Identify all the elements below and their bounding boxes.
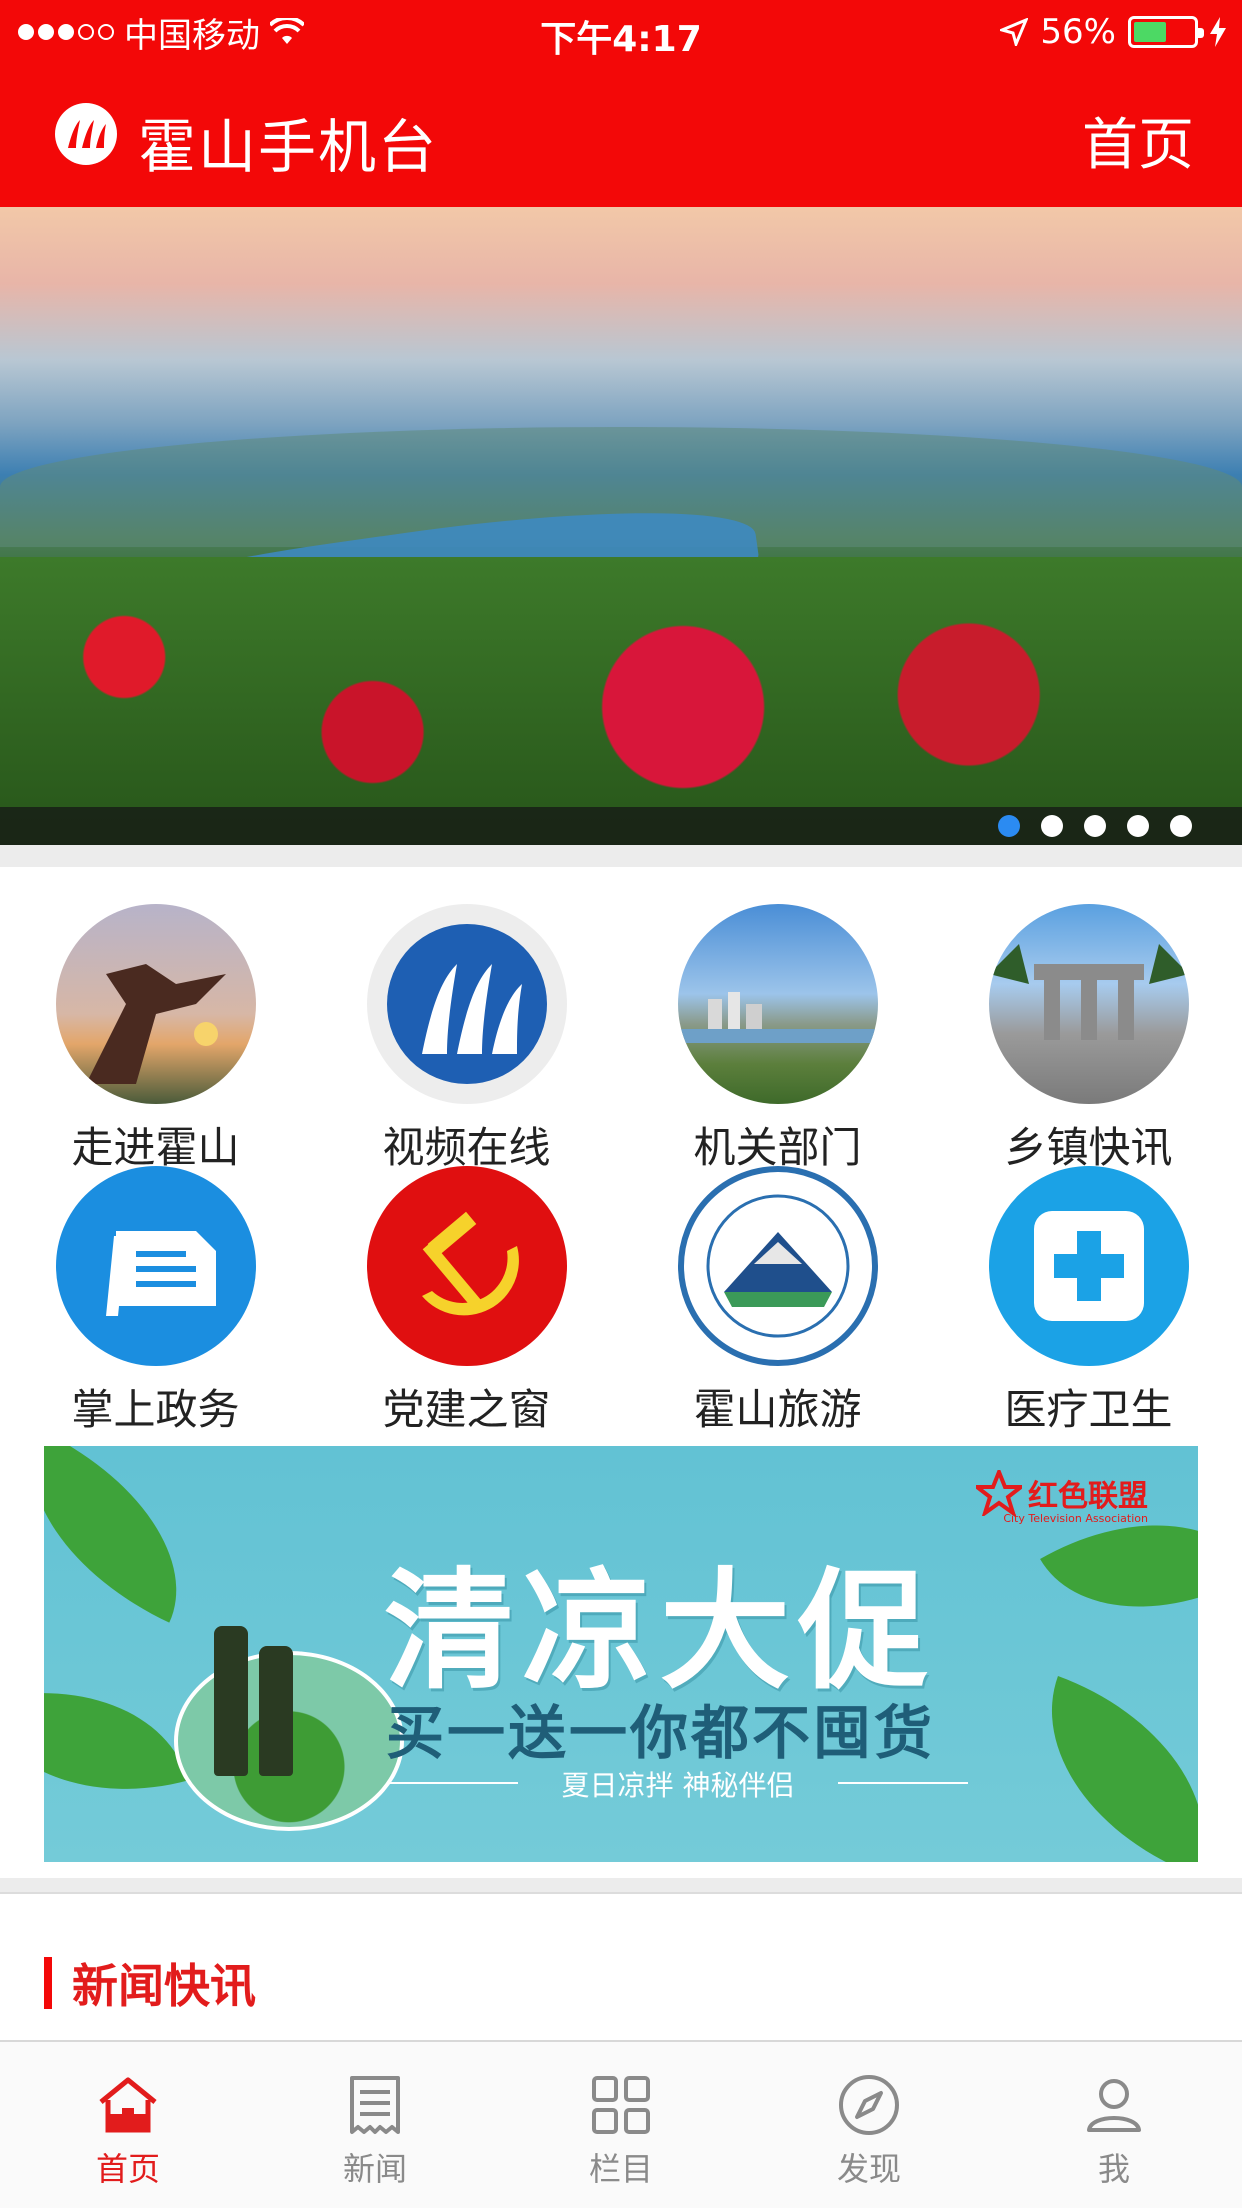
banner-flowers bbox=[0, 557, 1242, 807]
app-header: 霍山手机台 首页 bbox=[0, 62, 1242, 207]
oil-bottle-icon bbox=[259, 1646, 293, 1776]
status-right: 56% bbox=[1000, 12, 1226, 52]
red-star-logo-icon bbox=[976, 1470, 1022, 1516]
video-logo-icon bbox=[366, 904, 567, 1104]
status-bar: 中国移动 下午4:17 56% bbox=[0, 0, 1242, 62]
tourism-seal-icon bbox=[677, 1166, 878, 1366]
promo-brand: 红色联盟 City Television Association bbox=[976, 1470, 1148, 1525]
medical-cross-icon bbox=[988, 1166, 1189, 1366]
tab-home[interactable]: 首页 bbox=[4, 2072, 252, 2190]
grid-item-town-news[interactable]: 乡镇快讯 bbox=[933, 904, 1242, 1175]
carousel-dot[interactable] bbox=[998, 815, 1020, 837]
sculpture-photo-icon bbox=[55, 904, 256, 1104]
promo-brand-name: 红色联盟 bbox=[1028, 1479, 1148, 1514]
tab-label: 首页 bbox=[95, 2150, 160, 2188]
hammer-sickle-icon bbox=[366, 1166, 567, 1366]
grid-item-party-building[interactable]: 党建之窗 bbox=[311, 1166, 622, 1437]
carousel-dot[interactable] bbox=[1041, 815, 1063, 837]
oil-bottle-icon bbox=[214, 1626, 248, 1776]
palm-leaf-decoration bbox=[1010, 1676, 1198, 1862]
charging-bolt-icon bbox=[1210, 17, 1226, 47]
news-icon bbox=[350, 2076, 400, 2134]
home-icon bbox=[99, 2077, 157, 2133]
palm-leaf-decoration bbox=[44, 1446, 220, 1623]
grid-item-mobile-government[interactable]: 掌上政务 bbox=[0, 1166, 311, 1437]
document-pen-icon bbox=[55, 1166, 256, 1366]
tab-label: 栏目 bbox=[588, 2150, 653, 2188]
grid-item-medical-health[interactable]: 医疗卫生 bbox=[933, 1166, 1242, 1437]
battery-percent: 56% bbox=[1040, 12, 1116, 52]
battery-icon bbox=[1128, 16, 1204, 48]
palm-leaf-decoration bbox=[44, 1654, 188, 1828]
grid-item-label: 医疗卫生 bbox=[1004, 1385, 1173, 1434]
tab-news[interactable]: 新闻 bbox=[251, 2072, 499, 2190]
app-logo-icon bbox=[55, 103, 117, 165]
grid-item-huoshan-tourism[interactable]: 霍山旅游 bbox=[622, 1166, 933, 1437]
tab-label: 发现 bbox=[836, 2150, 901, 2188]
promo-brand-english: City Television Association bbox=[1003, 1512, 1148, 1525]
carousel-dot[interactable] bbox=[1084, 815, 1106, 837]
grid-item-video-online[interactable]: 视频在线 bbox=[311, 904, 622, 1175]
news-section-header: 新闻快讯 bbox=[44, 1957, 256, 2013]
tab-me[interactable]: 我 bbox=[990, 2072, 1238, 2190]
divider bbox=[0, 845, 1242, 867]
tab-columns[interactable]: 栏目 bbox=[497, 2072, 745, 2190]
grid-item-label: 霍山旅游 bbox=[693, 1385, 862, 1434]
carousel-dot[interactable] bbox=[1127, 815, 1149, 837]
home-link[interactable]: 首页 bbox=[1082, 100, 1194, 181]
app-title: 霍山手机台 bbox=[138, 113, 439, 181]
compass-icon bbox=[839, 2075, 899, 2135]
user-icon bbox=[1087, 2079, 1141, 2132]
bottom-tab-bar: 首页 新闻 栏目 发现 我 bbox=[0, 2040, 1242, 2208]
city-photo-icon bbox=[677, 904, 878, 1104]
stone-gate-photo-icon bbox=[988, 904, 1189, 1104]
grid-item-government-departments[interactable]: 机关部门 bbox=[622, 904, 933, 1175]
grid-icon bbox=[592, 2076, 650, 2134]
tab-label: 我 bbox=[1097, 2150, 1130, 2188]
divider bbox=[0, 1878, 1242, 1894]
location-arrow-icon bbox=[1000, 18, 1029, 46]
grid-item-walk-into-huoshan[interactable]: 走进霍山 bbox=[0, 904, 311, 1175]
news-section-title: 新闻快讯 bbox=[72, 1959, 256, 2013]
grid-item-label: 掌上政务 bbox=[71, 1385, 240, 1434]
promo-tagline: 夏日凉拌 神秘伴侣 bbox=[388, 1764, 968, 1804]
carousel-dots bbox=[998, 815, 1192, 837]
tab-discover[interactable]: 发现 bbox=[745, 2072, 993, 2190]
hero-banner[interactable] bbox=[0, 207, 1242, 845]
promo-subtitle: 买一送一你都不囤货 bbox=[386, 1699, 936, 1767]
section-accent-bar bbox=[44, 1957, 52, 2009]
tab-label: 新闻 bbox=[342, 2150, 407, 2188]
carousel-dot[interactable] bbox=[1170, 815, 1192, 837]
promo-banner[interactable]: 红色联盟 City Television Association 清凉大促 买一… bbox=[44, 1446, 1198, 1862]
grid-item-label: 党建之窗 bbox=[382, 1385, 551, 1434]
